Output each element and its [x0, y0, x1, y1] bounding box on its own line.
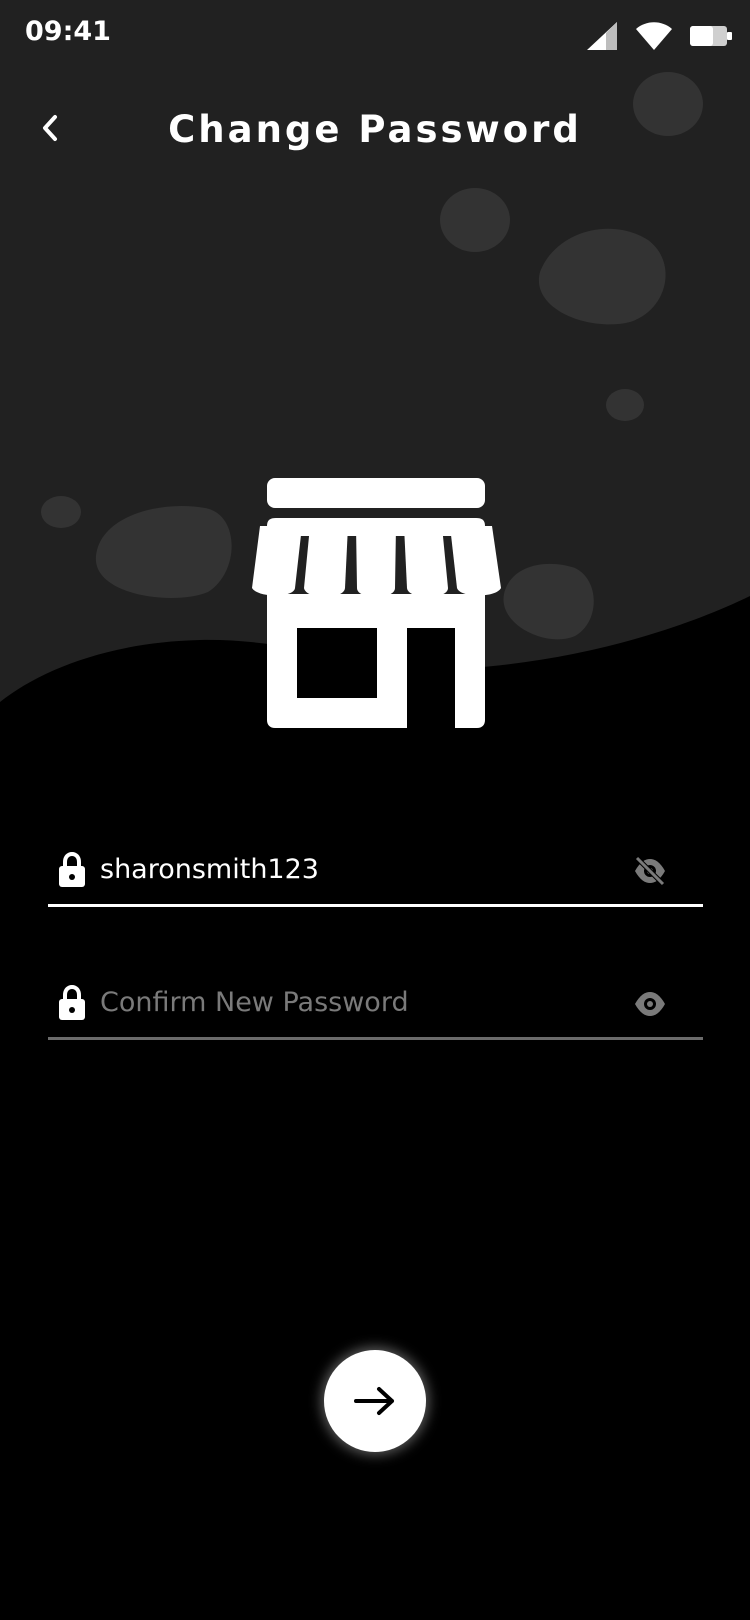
- battery-icon: [690, 26, 732, 46]
- new-password-input[interactable]: [100, 846, 620, 892]
- submit-button[interactable]: [324, 1350, 426, 1452]
- status-icons: [586, 20, 732, 52]
- confirm-password-input[interactable]: [100, 979, 620, 1025]
- wifi-icon: [636, 22, 672, 50]
- blob: [606, 389, 644, 421]
- eye-icon[interactable]: [633, 989, 667, 1019]
- lock-icon: [59, 985, 85, 1020]
- arrow-right-icon: [354, 1387, 394, 1415]
- new-password-field[interactable]: [48, 840, 703, 910]
- lock-icon: [59, 852, 85, 887]
- blob: [440, 188, 510, 252]
- blob: [41, 496, 81, 528]
- status-time: 09:41: [25, 16, 111, 47]
- confirm-password-underline: [48, 1037, 703, 1040]
- new-password-underline: [48, 904, 703, 907]
- storefront-icon: [252, 478, 501, 728]
- page-title: Change Password: [168, 108, 582, 151]
- confirm-password-field[interactable]: [48, 973, 703, 1043]
- cellular-signal-icon: [587, 22, 617, 50]
- eye-off-icon[interactable]: [633, 856, 667, 886]
